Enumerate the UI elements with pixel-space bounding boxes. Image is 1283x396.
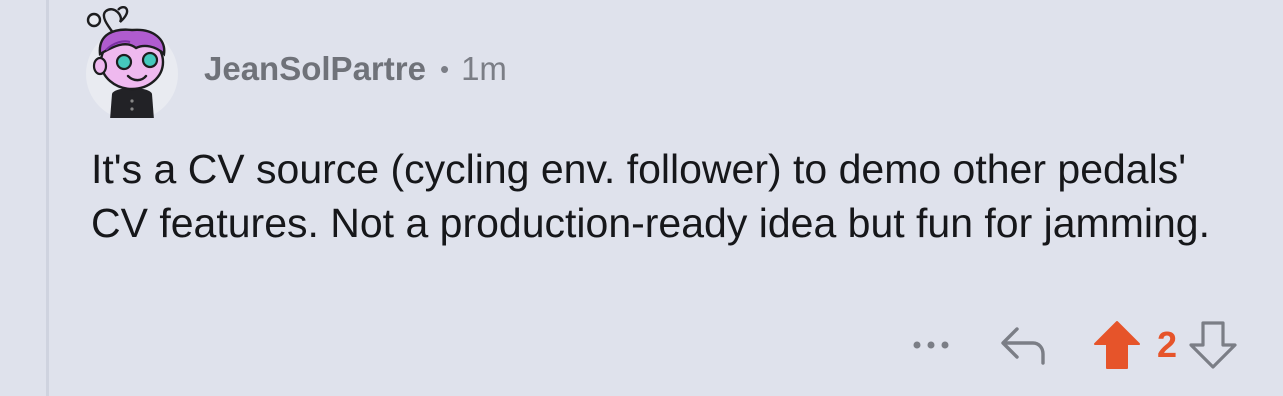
more-options-button[interactable] [911, 339, 951, 351]
timestamp: 1m [461, 50, 507, 87]
downvote-arrow-icon [1189, 321, 1237, 369]
upvote-button[interactable] [1093, 320, 1141, 370]
ellipsis-icon [913, 341, 949, 349]
meta-separator: • [439, 53, 450, 84]
upvote-arrow-icon [1093, 321, 1140, 369]
reply-button[interactable] [999, 323, 1047, 367]
reply-icon [1001, 327, 1045, 365]
thread-line [46, 0, 49, 396]
comment-header: JeanSolPartre • 1m [84, 6, 507, 118]
username[interactable]: JeanSolPartre [204, 50, 426, 88]
downvote-button[interactable] [1189, 320, 1237, 370]
comment: JeanSolPartre • 1m It's a CV source (cyc… [84, 0, 1283, 396]
comment-actions: 2 [911, 318, 1237, 372]
vote-score: 2 [1156, 324, 1177, 365]
snoo-avatar-icon [86, 6, 178, 118]
comment-meta: JeanSolPartre • 1m [204, 50, 507, 88]
avatar[interactable] [84, 6, 180, 118]
comment-body: It's a CV source (cycling env. follower)… [91, 146, 1210, 246]
